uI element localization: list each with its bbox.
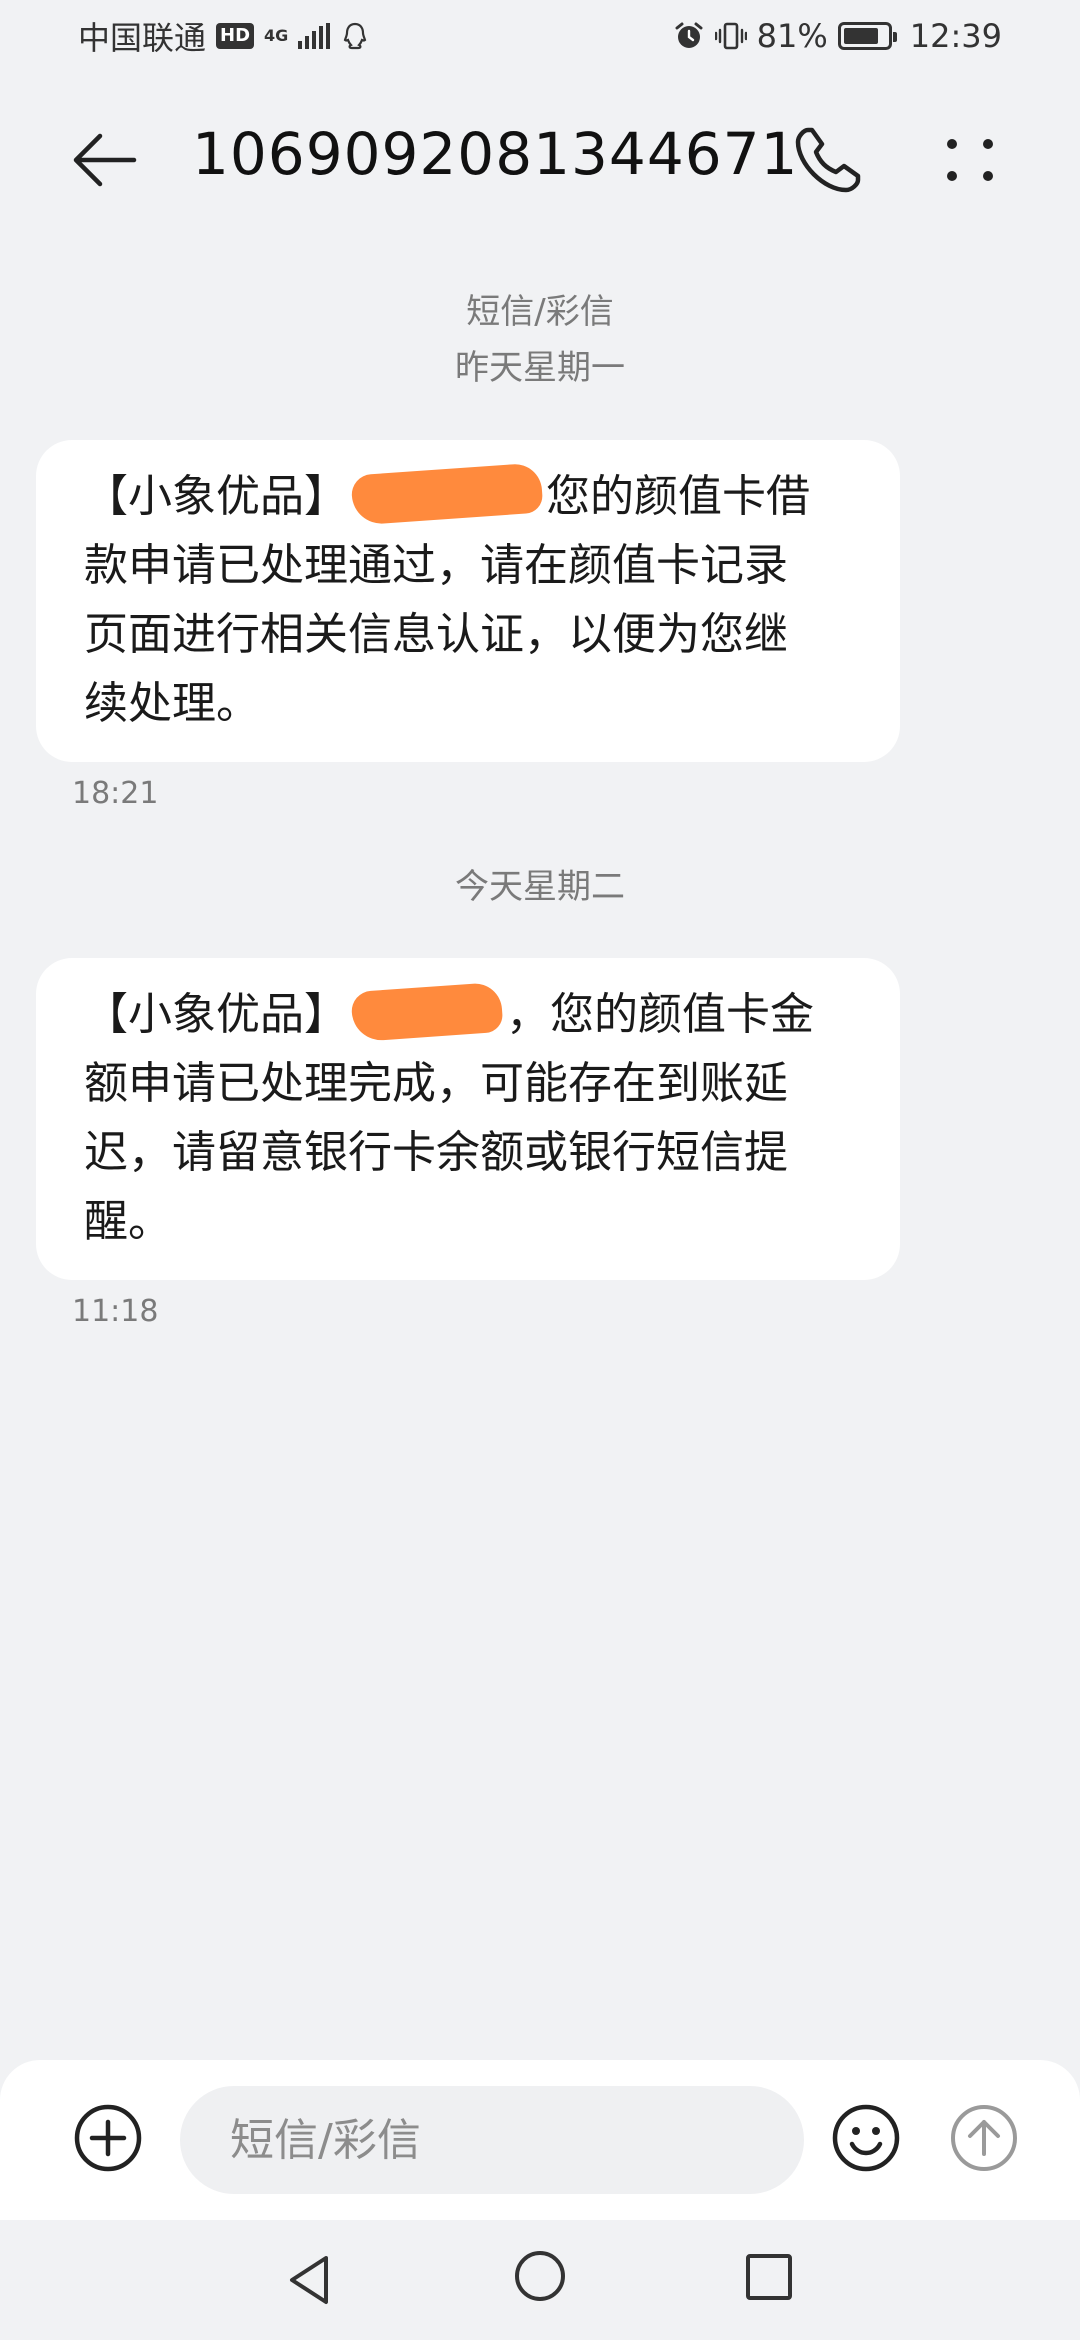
- date-separator: 今天星期二: [455, 867, 625, 907]
- clock: 12:39: [909, 17, 1002, 55]
- alarm-icon: [673, 20, 705, 52]
- vibrate-icon: [714, 20, 747, 52]
- circle-home-icon: [515, 2251, 565, 2301]
- triangle-back-icon: [290, 2256, 328, 2304]
- message-sender-tag: 【小象优品】: [84, 989, 348, 1040]
- message-line: 续处理。: [84, 678, 260, 729]
- message-line: 款申请已处理通过，请在颜值卡记录: [84, 540, 788, 591]
- square-recents-icon: [746, 2254, 792, 2300]
- hd-badge: HD: [216, 23, 255, 49]
- messaging-screen: 中国联通 HD 4G 81% 12:39 1069092081344671 短信…: [0, 0, 1080, 2340]
- message-line: 【小象优品】 ，您的颜值卡金: [84, 980, 852, 1049]
- battery-percent: 81%: [756, 17, 828, 55]
- carrier-name: 中国联通: [78, 19, 207, 57]
- message-text: 您的颜值卡借: [546, 471, 810, 522]
- message-input[interactable]: [180, 2086, 804, 2194]
- message-text: ，您的颜值卡金: [506, 989, 814, 1040]
- contact-number: 1069092081344671: [192, 120, 799, 188]
- message-line: 额申请已处理完成，可能存在到账延: [84, 1058, 788, 1109]
- message-time: 18:21: [72, 776, 159, 811]
- status-bar: 中国联通 HD 4G 81% 12:39: [0, 0, 1080, 72]
- arrow-up-circle-icon: [951, 2105, 1017, 2171]
- date-separator: 昨天星期一: [455, 348, 625, 388]
- battery-fill: [843, 28, 878, 44]
- message-line: 醒。: [84, 1196, 172, 1247]
- call-button[interactable]: [788, 120, 868, 200]
- status-left: 中国联通 HD 4G: [78, 13, 370, 59]
- message-sender-tag: 【小象优品】: [84, 471, 348, 522]
- battery-icon: [837, 22, 897, 50]
- qq-notification-icon: [340, 21, 370, 51]
- arrow-left-icon: [73, 133, 137, 187]
- message-time: 11:18: [72, 1294, 159, 1329]
- send-button[interactable]: [948, 2102, 1020, 2174]
- message-bubble[interactable]: 【小象优品】 ，您的颜值卡金 额申请已处理完成，可能存在到账延 迟，请留意银行卡余…: [36, 958, 900, 1280]
- message-bubble[interactable]: 【小象优品】 您的颜值卡借 款申请已处理通过，请在颜值卡记录 页面进行相关信息认证…: [36, 440, 900, 762]
- network-type: 4G: [264, 26, 289, 45]
- message-line: 迟，请留意银行卡余额或银行短信提: [84, 1127, 788, 1178]
- conversation-header: 1069092081344671: [0, 100, 1080, 220]
- emoji-button[interactable]: [830, 2102, 902, 2174]
- nav-recents-button[interactable]: [742, 2250, 796, 2304]
- nav-back-button[interactable]: [280, 2250, 340, 2310]
- nav-home-button[interactable]: [512, 2248, 568, 2304]
- system-nav-bar: [0, 2220, 1080, 2340]
- status-right: 81% 12:39: [673, 17, 1002, 55]
- more-dots-icon: [947, 139, 993, 181]
- redaction-mark: [350, 462, 544, 526]
- message-line: 页面进行相关信息认证，以便为您继: [84, 609, 788, 660]
- more-options-button[interactable]: [930, 120, 1010, 200]
- message-line: 【小象优品】 您的颜值卡借: [84, 462, 852, 531]
- phone-icon: [795, 127, 861, 193]
- back-button[interactable]: [68, 122, 144, 198]
- message-type-label: 短信/彩信: [466, 292, 614, 332]
- plus-circle-icon: [74, 2104, 142, 2172]
- redaction-mark: [350, 981, 504, 1043]
- signal-strength-icon: [298, 23, 331, 49]
- attach-button[interactable]: [72, 2102, 144, 2174]
- smiley-icon: [832, 2104, 900, 2172]
